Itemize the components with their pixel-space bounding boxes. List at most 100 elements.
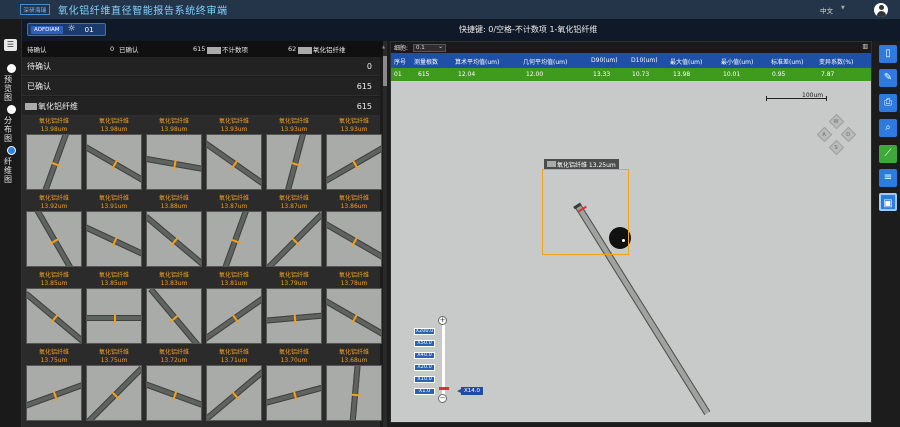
settings-sliders-icon[interactable]: ≡: [879, 169, 897, 187]
scroll-up-icon[interactable]: ▲: [382, 44, 385, 49]
thumbnail-image[interactable]: [326, 134, 382, 190]
pan-right-button[interactable]: D: [840, 126, 857, 143]
fiber-thumbnail[interactable]: 氧化铝纤维 13.78um: [326, 271, 382, 346]
fiber-thumbnail[interactable]: 氧化铝纤维 13.68um: [326, 348, 382, 423]
search-document-icon[interactable]: ⌕: [879, 119, 897, 137]
zoom-level[interactable]: X200.0: [414, 328, 435, 335]
fiber-thumbnail[interactable]: 氧化铝纤维 13.92um: [26, 194, 82, 269]
fiber-thumbnail[interactable]: 氧化铝纤维 13.72um: [146, 348, 202, 423]
thumbnail-image[interactable]: [146, 211, 202, 267]
nav-radio-fiber[interactable]: [7, 146, 16, 155]
fiber-thumbnail[interactable]: 氧化铝纤维 13.85um: [86, 271, 142, 346]
thumbnail-image[interactable]: [86, 134, 142, 190]
thumbnail-image[interactable]: [86, 211, 142, 267]
zoom-out-icon[interactable]: −: [438, 394, 447, 403]
thumbnail-fiber: [327, 296, 381, 340]
thumbnail-image[interactable]: [146, 134, 202, 190]
scrollbar-thumb[interactable]: [383, 56, 387, 86]
thumbnail-image[interactable]: [326, 365, 382, 421]
thumbnail-image[interactable]: [206, 211, 262, 267]
fiber-thumbnail[interactable]: 氧化铝纤维 13.79um: [266, 271, 322, 346]
device-button[interactable]: AOFDIAM ☼ 01: [27, 23, 106, 36]
fiber-thumbnail[interactable]: 氧化铝纤维 13.93um: [266, 117, 322, 192]
edit-report-icon[interactable]: ✎: [879, 69, 897, 87]
selection-box[interactable]: [542, 169, 629, 255]
thumbnail-image[interactable]: [146, 365, 202, 421]
zoom-level[interactable]: X10.0: [414, 376, 435, 383]
fiber-thumbnail[interactable]: 氧化铝纤维 13.98um: [146, 117, 202, 192]
fiber-thumbnail[interactable]: 氧化铝纤维 13.81um: [206, 271, 262, 346]
fiber-thumbnail[interactable]: 氧化铝纤维 13.70um: [266, 348, 322, 423]
zoom-level[interactable]: X20.0: [414, 364, 435, 371]
thumbnail-image[interactable]: [266, 365, 322, 421]
filter-select[interactable]: 0.1: [413, 43, 447, 52]
thumbnail-image[interactable]: [86, 288, 142, 344]
language-selector[interactable]: 中文: [820, 5, 833, 15]
diameter-mark: [50, 161, 61, 167]
thumbnail-image[interactable]: [146, 288, 202, 344]
split-view-icon[interactable]: ▯: [879, 45, 897, 63]
stats-table-row[interactable]: 01 615 12.04 12.00 13.33 10.73 13.98 10.…: [391, 68, 871, 81]
pan-up-button[interactable]: W: [828, 113, 845, 130]
zoom-slider[interactable]: [442, 320, 445, 397]
zoom-level[interactable]: X50.0: [414, 340, 435, 347]
nav-radio-distribution[interactable]: [7, 105, 16, 114]
thumbnail-image[interactable]: [26, 134, 82, 190]
fiber-thumbnail[interactable]: 氧化铝纤维 13.91um: [86, 194, 142, 269]
thumbnail-image[interactable]: [326, 288, 382, 344]
thumbnail-image[interactable]: [26, 288, 82, 344]
fiber-thumbnail[interactable]: 氧化铝纤维 13.87um: [266, 194, 322, 269]
fiber-thumbnail[interactable]: 氧化铝纤维 13.85um: [26, 271, 82, 346]
thumbnail-image[interactable]: [326, 211, 382, 267]
diameter-mark: [293, 313, 297, 325]
thumbnail-fiber: [327, 219, 381, 263]
image-icon[interactable]: ▣: [879, 193, 897, 211]
fiber-thumbnail[interactable]: 氧化铝纤维 13.93um: [326, 117, 382, 192]
section-label: 氧化铝纤维: [38, 101, 78, 111]
print-icon[interactable]: ⎙: [879, 94, 897, 112]
fiber-thumbnail[interactable]: 氧化铝纤维 13.93um: [206, 117, 262, 192]
thumbnail-image[interactable]: [26, 365, 82, 421]
pan-left-button[interactable]: A: [816, 126, 833, 143]
section-fiber[interactable]: 氧化铝纤维 615: [22, 97, 380, 116]
pan-down-button[interactable]: S: [828, 139, 845, 156]
thumbnail-diameter: 13.85um: [100, 280, 128, 287]
zoom-level[interactable]: X40.0: [414, 352, 435, 359]
class-color-swatch: [207, 46, 221, 54]
section-confirmed[interactable]: 已确认 615: [22, 77, 380, 96]
thumbnail-image[interactable]: [206, 365, 262, 421]
thumbnail-image[interactable]: [26, 211, 82, 267]
zoom-in-icon[interactable]: +: [438, 316, 447, 325]
thumbnail-fiber: [33, 212, 77, 266]
thumbnail-image[interactable]: [86, 365, 142, 421]
fiber-thumbnail[interactable]: 氧化铝纤维 13.88um: [146, 194, 202, 269]
fiber-thumbnail[interactable]: 氧化铝纤维 13.71um: [206, 348, 262, 423]
thumbnail-image[interactable]: [206, 288, 262, 344]
menu-list-icon[interactable]: ☰: [4, 39, 17, 51]
ruler-icon[interactable]: ⟋: [879, 145, 897, 163]
section-pending[interactable]: 待确认 0: [22, 57, 380, 76]
export-chart-icon[interactable]: ▥: [862, 43, 868, 50]
fiber-thumbnail[interactable]: 氧化铝纤维 13.98um: [86, 117, 142, 192]
cell: 12.00: [526, 71, 544, 78]
zoom-level[interactable]: X1.0: [414, 388, 435, 395]
chevron-down-icon[interactable]: ▼: [841, 5, 845, 11]
nav-label-distribution[interactable]: 分布图: [3, 116, 13, 143]
col-header: 序号: [394, 59, 407, 66]
image-viewer[interactable]: 细胞: 0.1 ▥ 序号 测量根数 算术平均值(um) 几何平均值(um) D9…: [390, 41, 872, 423]
fiber-thumbnail[interactable]: 氧化铝纤维 13.83um: [146, 271, 202, 346]
thumbnail-image[interactable]: [206, 134, 262, 190]
fiber-thumbnail[interactable]: 氧化铝纤维 13.87um: [206, 194, 262, 269]
nav-label-preview[interactable]: 预览图: [3, 75, 13, 102]
fiber-thumbnail[interactable]: 氧化铝纤维 13.75um: [86, 348, 142, 423]
left-scrollbar[interactable]: ▲: [382, 41, 387, 427]
thumbnail-image[interactable]: [266, 211, 322, 267]
fiber-thumbnail[interactable]: 氧化铝纤维 13.86um: [326, 194, 382, 269]
nav-radio-preview[interactable]: [7, 64, 16, 73]
thumbnail-image[interactable]: [266, 288, 322, 344]
user-avatar-icon[interactable]: [874, 3, 888, 17]
thumbnail-image[interactable]: [266, 134, 322, 190]
nav-label-fiber[interactable]: 纤维图: [3, 157, 13, 184]
fiber-thumbnail[interactable]: 氧化铝纤维 13.75um: [26, 348, 82, 423]
fiber-thumbnail[interactable]: 氧化铝纤维 13.98um: [26, 117, 82, 192]
